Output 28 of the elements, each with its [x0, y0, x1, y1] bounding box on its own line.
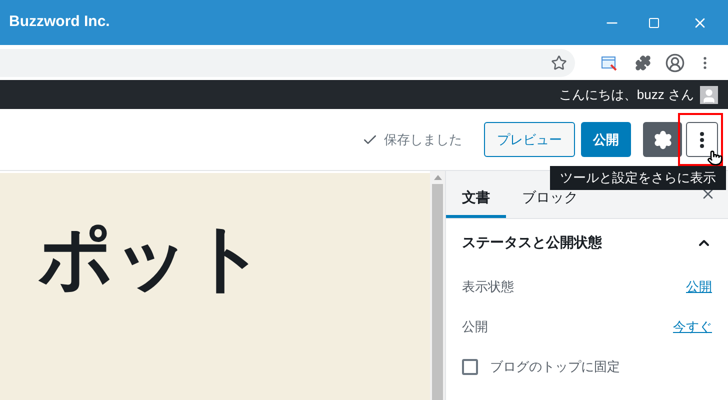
tooltip: ツールと設定をさらに表示 [550, 166, 726, 190]
window-title: Buzzword Inc. [9, 12, 111, 32]
avatar-icon[interactable] [700, 86, 718, 104]
puzzle-icon[interactable] [635, 54, 651, 70]
hand-cursor-icon [707, 149, 723, 167]
settings-button[interactable] [643, 122, 682, 157]
row-label: 公開 [462, 318, 489, 336]
more-icon [700, 132, 704, 148]
gear-icon [652, 130, 672, 150]
preview-button[interactable]: プレビュー [484, 122, 575, 157]
greeting-text[interactable]: こんにちは、buzz さん [558, 84, 694, 104]
maximize-icon[interactable] [648, 16, 660, 28]
saved-status: 保存しました [384, 130, 462, 149]
star-icon[interactable] [551, 54, 567, 70]
panel-header[interactable]: ステータスと公開状態 [446, 219, 728, 267]
sidebar-tab[interactable]: 文書 [446, 170, 506, 218]
profile-icon[interactable] [665, 52, 685, 72]
row-label: 表示状態 [462, 278, 515, 296]
checkbox[interactable] [462, 359, 478, 375]
publish-button[interactable]: 公開 [581, 122, 631, 157]
checkbox-label: ブログのトップに固定 [490, 358, 620, 376]
scrollbar-thumb[interactable] [432, 184, 443, 400]
panel-title: ステータスと公開状態 [462, 233, 603, 252]
row-link[interactable]: 公開 [686, 277, 712, 297]
highlight-frame [678, 113, 723, 166]
window-icon[interactable] [601, 54, 617, 70]
post-title[interactable]: ポット [38, 221, 266, 295]
row-link[interactable]: 今すぐ [673, 317, 712, 337]
